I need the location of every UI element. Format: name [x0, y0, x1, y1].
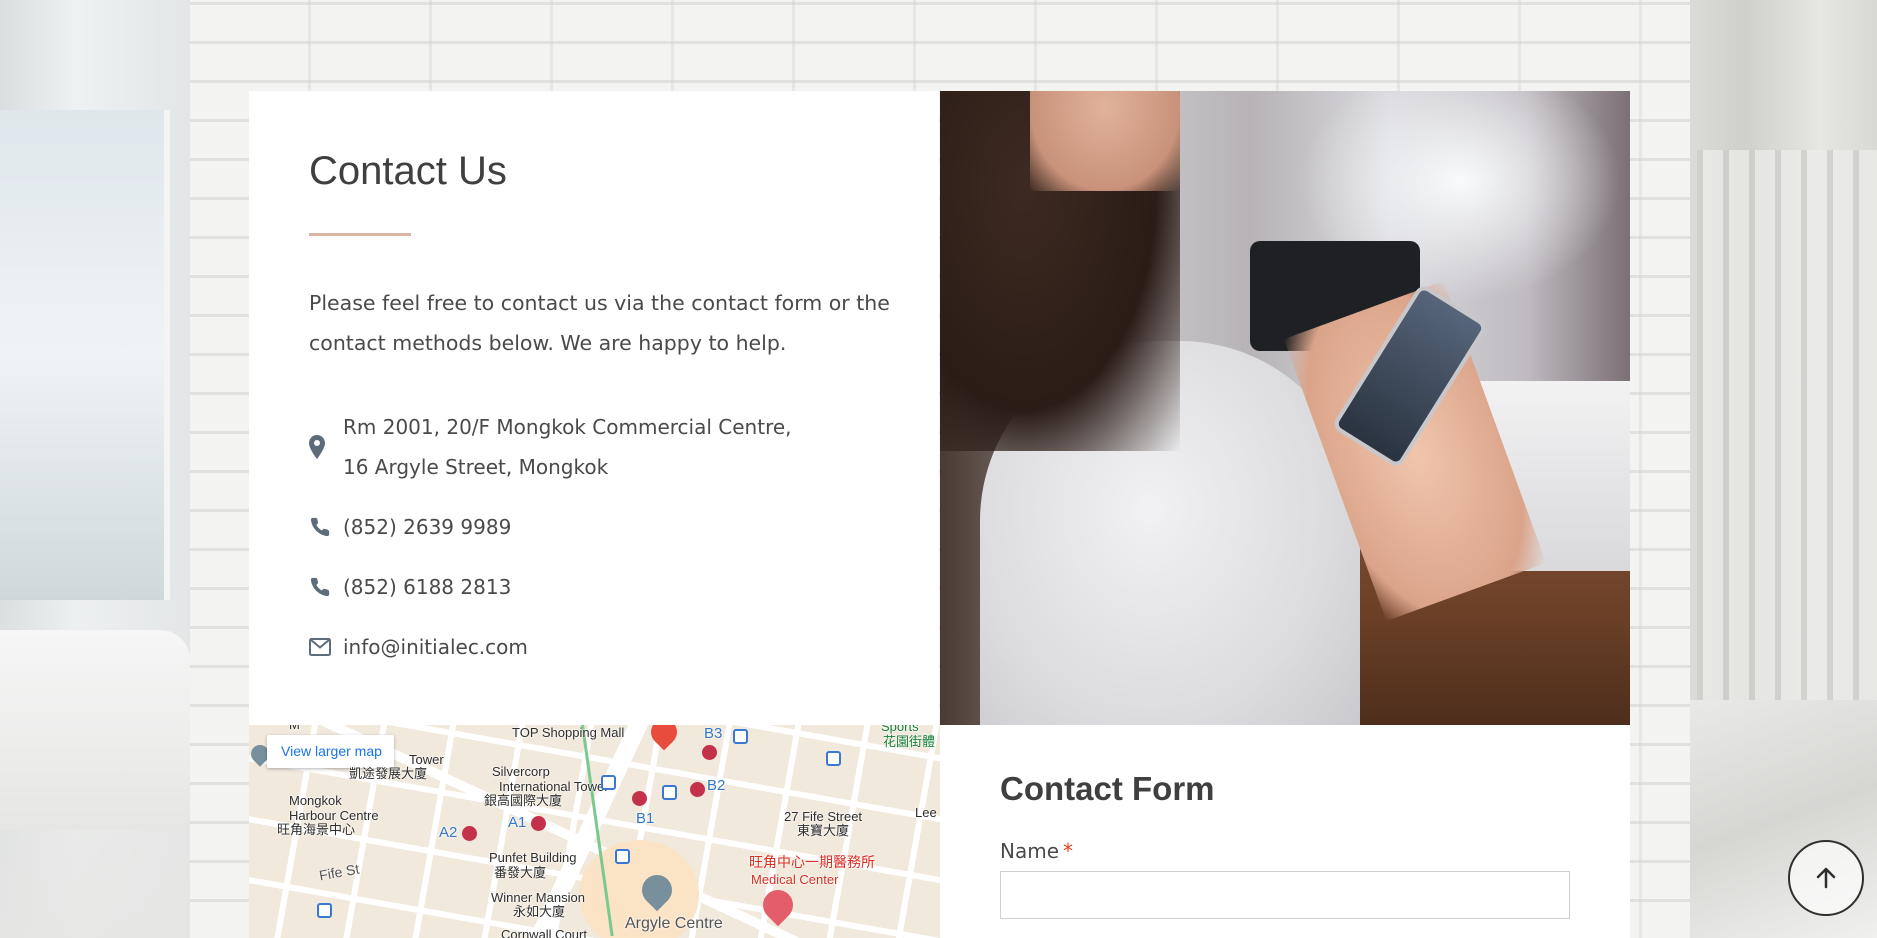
map-label: 凱途發展大廈	[349, 766, 428, 781]
contact-info-panel: Contact Us Please feel free to contact u…	[249, 91, 939, 725]
view-larger-map-link[interactable]: View larger map	[267, 735, 394, 768]
envelope-icon	[309, 627, 343, 667]
contact-intro: Please feel free to contact us via the c…	[309, 291, 890, 355]
map-label: Harbour Centre	[289, 808, 379, 823]
map-label: A1	[508, 814, 527, 831]
contact-form-panel: Contact Form Name *	[940, 725, 1630, 938]
title-underline	[309, 233, 411, 236]
bus-stop-icon	[662, 785, 677, 800]
required-marker: *	[1063, 839, 1074, 863]
background-grille	[1697, 150, 1877, 700]
phone-icon	[309, 567, 343, 607]
map-label: 花園街體	[883, 734, 936, 749]
bus-stop-icon	[733, 729, 748, 744]
map-label: Cornwall Court	[501, 927, 587, 938]
bus-stop-icon	[826, 751, 841, 766]
name-field-label: Name *	[1000, 839, 1073, 863]
address-line-2: 16 Argyle Street, Mongkok	[343, 455, 609, 479]
mtr-exit-icon	[462, 826, 477, 841]
map-label: 東寶大廈	[797, 823, 850, 838]
contact-form-title: Contact Form	[1000, 770, 1215, 807]
map-label: Tower	[409, 752, 444, 767]
name-label-text: Name	[1000, 839, 1060, 863]
map-pin-icon	[645, 725, 683, 751]
map-label: 27 Fife Street	[784, 809, 863, 824]
bus-stop-icon	[601, 775, 616, 790]
address-text: Rm 2001, 20/F Mongkok Commercial Centre,…	[343, 407, 792, 487]
background-window	[0, 110, 170, 600]
map-label: 旺角中心一期醫務所	[749, 854, 875, 870]
address-line-1: Rm 2001, 20/F Mongkok Commercial Centre,	[343, 415, 792, 439]
bus-stop-icon	[317, 903, 332, 918]
hospital-pin-icon	[756, 883, 800, 927]
mtr-exit-icon	[702, 745, 717, 760]
map-label: Lee	[915, 805, 937, 820]
map-label: 銀高國際大廈	[484, 793, 563, 808]
map-label: TOP Shopping Mall	[512, 725, 625, 740]
map-label: Mongkok	[289, 793, 342, 808]
map-label: 永如大廈	[513, 904, 566, 919]
woman-using-phone-photo	[940, 91, 1630, 725]
back-to-top-button[interactable]	[1788, 840, 1864, 916]
phone-1-link[interactable]: (852) 2639 9989	[343, 507, 511, 547]
map-label: Punfet Building	[489, 850, 577, 865]
name-field[interactable]	[1000, 871, 1570, 919]
map-label: B3	[704, 725, 723, 742]
mtr-exit-icon	[690, 782, 705, 797]
contact-address: Rm 2001, 20/F Mongkok Commercial Centre,…	[309, 407, 929, 487]
email-link[interactable]: info@initialec.com	[343, 627, 528, 667]
map-label: International Tower	[499, 779, 609, 794]
map-label: 番發大廈	[494, 865, 547, 880]
contact-methods-list: Rm 2001, 20/F Mongkok Commercial Centre,…	[309, 407, 929, 687]
background-right	[1687, 0, 1877, 938]
page-title: Contact Us	[309, 149, 507, 193]
contact-phone-2: (852) 6188 2813	[309, 567, 929, 607]
map-label: Fife St	[317, 860, 361, 884]
contact-phone-1: (852) 2639 9989	[309, 507, 929, 547]
map-label: 旺角海景中心	[277, 822, 356, 837]
background-left	[0, 0, 190, 938]
map-label: B1	[636, 810, 655, 827]
map-label: M	[289, 725, 300, 732]
map-label: A2	[439, 824, 458, 841]
google-map-embed[interactable]: View larger map M Tower 凱途發展大廈 TOP Shopp…	[249, 725, 940, 938]
mtr-exit-icon	[531, 816, 546, 831]
contact-email: info@initialec.com	[309, 627, 929, 667]
map-label: Sports	[881, 725, 919, 734]
photo-face	[1030, 91, 1180, 191]
arrow-up-icon	[1816, 867, 1836, 889]
map-label: Medical Center	[751, 872, 839, 887]
phone-2-link[interactable]: (852) 6188 2813	[343, 567, 511, 607]
map-label: Winner Mansion	[491, 890, 585, 905]
bus-stop-icon	[615, 849, 630, 864]
map-label: B2	[707, 777, 726, 794]
mtr-exit-icon	[632, 791, 647, 806]
background-sofa	[0, 630, 190, 830]
phone-icon	[309, 507, 343, 547]
map-label: Silvercorp	[492, 764, 550, 779]
map-marker-icon	[309, 407, 343, 487]
map-label: Argyle Centre	[625, 915, 723, 932]
